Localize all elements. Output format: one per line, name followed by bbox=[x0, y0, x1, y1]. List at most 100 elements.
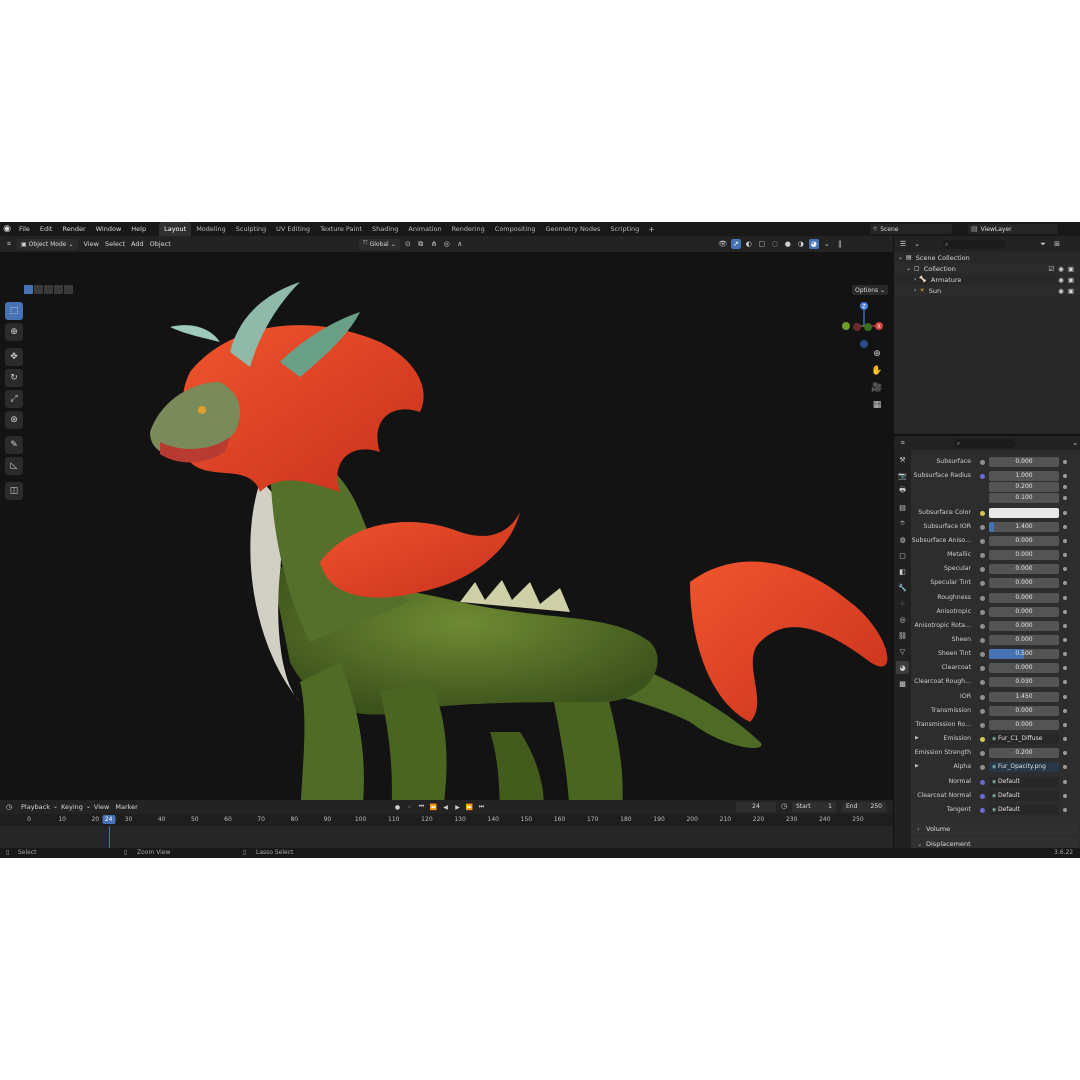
checkbox-icon[interactable]: ☑ bbox=[1048, 265, 1054, 273]
output-tab-icon[interactable]: 🖶 bbox=[896, 485, 909, 498]
property-value-field[interactable] bbox=[989, 507, 1059, 518]
viewport-menu-select[interactable]: Select bbox=[102, 240, 128, 248]
keyframe-dot-icon[interactable] bbox=[1063, 708, 1067, 713]
editor-type-icon[interactable]: ⌗ bbox=[4, 239, 14, 249]
keyframe-dot-icon[interactable] bbox=[1063, 638, 1067, 642]
material-tab-icon[interactable]: ◕ bbox=[896, 661, 909, 674]
tab-geometry-nodes[interactable]: Geometry Nodes bbox=[541, 222, 606, 236]
render-camera-icon[interactable]: ▣ bbox=[1068, 265, 1074, 273]
keyframe-dot-icon[interactable] bbox=[1063, 595, 1067, 600]
3d-viewport[interactable]: ⬚ ⊕ ✥ ↻ ⤢ ⊛ ✎ ◺ ◫ Options ⌄ Z X ⊕ ✋ 🎥 ▦ bbox=[0, 252, 893, 800]
rendered-shading-icon[interactable]: ◕ bbox=[808, 239, 819, 249]
outliner-row-collection[interactable]: ⌄ ▢ Collection ☑ ◉ ▣ bbox=[894, 263, 1080, 274]
zoom-icon[interactable]: ⊕ bbox=[870, 347, 884, 361]
proportional-edit-icon[interactable]: ◎ bbox=[442, 239, 452, 249]
render-camera-icon[interactable]: ▣ bbox=[1068, 276, 1074, 284]
property-value-field[interactable]: ◉ Fur_Opacity.png bbox=[989, 762, 1059, 773]
property-value-field[interactable]: 1.400 bbox=[989, 521, 1059, 532]
socket-dot-icon[interactable] bbox=[980, 623, 985, 629]
xray-icon[interactable]: ▢ bbox=[757, 239, 767, 249]
eye-icon[interactable]: ◉ bbox=[1058, 265, 1064, 273]
measure-tool-icon[interactable]: ◺ bbox=[5, 457, 23, 475]
socket-dot-icon[interactable] bbox=[980, 595, 985, 601]
keyframe-dot-icon[interactable] bbox=[1063, 609, 1067, 614]
property-value-field[interactable]: ◉ Default bbox=[989, 790, 1059, 801]
record-options-icon[interactable]: ◦ bbox=[405, 802, 414, 812]
gizmo-y-axis[interactable] bbox=[842, 322, 850, 330]
keyframe-dot-icon[interactable] bbox=[1063, 807, 1067, 812]
property-value-field[interactable]: 0.000 bbox=[989, 705, 1059, 716]
keyframe-dot-icon[interactable] bbox=[1063, 751, 1067, 756]
play-icon[interactable]: ▶ bbox=[453, 802, 462, 812]
eye-icon[interactable]: ◉ bbox=[1058, 287, 1064, 295]
keyframe-dot-icon[interactable] bbox=[1063, 496, 1067, 501]
select-invert-icon[interactable] bbox=[54, 285, 63, 294]
tab-texture-paint[interactable]: Texture Paint bbox=[315, 222, 367, 236]
property-value-field[interactable]: 0.100 bbox=[989, 493, 1059, 504]
tab-scripting[interactable]: Scripting bbox=[605, 222, 644, 236]
playhead-line[interactable] bbox=[108, 826, 110, 848]
tab-layout[interactable]: Layout bbox=[159, 222, 192, 236]
cursor-tool-icon[interactable]: ⊕ bbox=[5, 323, 23, 341]
add-cube-tool-icon[interactable]: ◫ bbox=[5, 482, 23, 500]
property-value-field[interactable]: 0.500 bbox=[989, 649, 1059, 660]
perspective-grid-icon[interactable]: ▦ bbox=[870, 398, 884, 412]
select-new-icon[interactable] bbox=[24, 285, 33, 294]
socket-dot-icon[interactable] bbox=[980, 510, 985, 516]
tool-tab-icon[interactable]: ⚒ bbox=[896, 453, 909, 466]
snap-icon[interactable]: ⧉ bbox=[416, 239, 426, 249]
keyframe-dot-icon[interactable] bbox=[1063, 567, 1067, 572]
gizmo-neg-y[interactable] bbox=[853, 323, 861, 331]
property-value-field[interactable]: 0.000 bbox=[989, 592, 1059, 603]
tab-modeling[interactable]: Modeling bbox=[191, 222, 231, 236]
socket-dot-icon[interactable] bbox=[980, 581, 985, 587]
shading-options-icon[interactable]: ⌄ bbox=[822, 239, 832, 249]
outliner-editor-icon[interactable]: ☰ bbox=[898, 239, 908, 249]
transform-tool-icon[interactable]: ⊛ bbox=[5, 411, 23, 429]
annotate-tool-icon[interactable]: ✎ bbox=[5, 436, 23, 454]
tab-compositing[interactable]: Compositing bbox=[490, 222, 541, 236]
options-dropdown[interactable]: Options ⌄ bbox=[852, 285, 889, 295]
chevron-down-icon[interactable]: ⌄ bbox=[1070, 438, 1080, 448]
keyframe-dot-icon[interactable] bbox=[1063, 474, 1067, 479]
property-value-field[interactable]: 0.000 bbox=[989, 606, 1059, 617]
keyframe-dot-icon[interactable] bbox=[1063, 680, 1067, 685]
property-value-field[interactable]: 0.000 bbox=[989, 578, 1059, 589]
property-value-field[interactable]: 1.450 bbox=[989, 691, 1059, 702]
property-value-field[interactable]: 0.000 bbox=[989, 719, 1059, 730]
add-workspace-button[interactable]: + bbox=[644, 225, 659, 234]
property-value-field[interactable]: ◉ Default bbox=[989, 804, 1059, 815]
play-reverse-icon[interactable]: ◀ bbox=[441, 802, 450, 812]
keyframe-dot-icon[interactable] bbox=[1063, 694, 1067, 699]
keyframe-dot-icon[interactable] bbox=[1063, 737, 1067, 742]
socket-dot-icon[interactable] bbox=[980, 765, 985, 771]
property-value-field[interactable]: ◉ Default bbox=[989, 776, 1059, 787]
gizmo-toggle-icon[interactable]: ↗ bbox=[730, 239, 741, 249]
prev-keyframe-icon[interactable]: ⏪ bbox=[429, 802, 438, 812]
data-tab-icon[interactable]: ▽ bbox=[896, 645, 909, 658]
camera-icon[interactable]: 🎥 bbox=[870, 381, 884, 395]
solid-shading-icon[interactable]: ● bbox=[783, 239, 793, 249]
keyframe-dot-icon[interactable] bbox=[1063, 538, 1067, 543]
expand-arrow-icon[interactable]: ▶ bbox=[915, 735, 919, 741]
socket-dot-icon[interactable] bbox=[980, 694, 985, 700]
keyframe-dot-icon[interactable] bbox=[1063, 623, 1067, 628]
timeline-menu-keying[interactable]: Keying bbox=[58, 803, 86, 811]
socket-dot-icon[interactable] bbox=[980, 779, 985, 785]
property-value-field[interactable]: 0.200 bbox=[989, 482, 1059, 493]
tab-uv-editing[interactable]: UV Editing bbox=[271, 222, 315, 236]
new-collection-icon[interactable]: ⊞ bbox=[1052, 239, 1062, 249]
move-tool-icon[interactable]: ✥ bbox=[5, 348, 23, 366]
material-shading-icon[interactable]: ◑ bbox=[796, 239, 806, 249]
socket-dot-icon[interactable] bbox=[980, 567, 985, 573]
pivot-point-icon[interactable]: ⊙ bbox=[403, 239, 413, 249]
keyframe-dot-icon[interactable] bbox=[1063, 460, 1067, 464]
current-frame-field[interactable]: 24 bbox=[736, 802, 776, 812]
keyframe-dot-icon[interactable] bbox=[1063, 510, 1067, 515]
start-frame-field[interactable]: Start 1 bbox=[792, 802, 836, 812]
pause-render-icon[interactable]: ‖ bbox=[835, 239, 845, 249]
property-value-field[interactable]: 0.000 bbox=[989, 564, 1059, 575]
socket-dot-icon[interactable] bbox=[980, 708, 985, 714]
timeline-menu-view[interactable]: View bbox=[91, 803, 112, 811]
keyframe-dot-icon[interactable] bbox=[1063, 652, 1067, 657]
